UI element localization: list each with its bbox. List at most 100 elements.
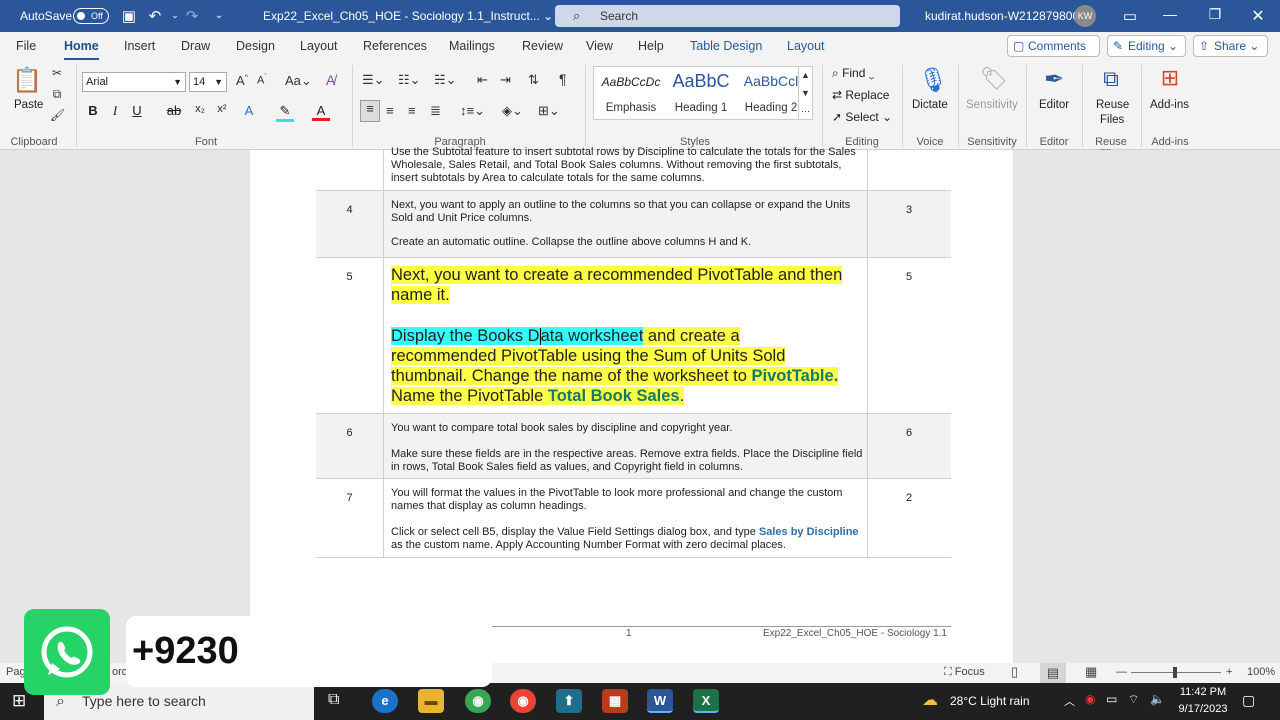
superscript-icon[interactable]: x²: [213, 103, 231, 115]
user-name[interactable]: kudirat.hudson-W212879806: [925, 9, 1079, 23]
table-row[interactable]: 6 You want to compare total book sales b…: [316, 414, 951, 479]
step-text[interactable]: You will format the values in the PivotT…: [391, 487, 866, 552]
winrar-icon[interactable]: ▦: [602, 689, 628, 713]
table-row[interactable]: 7 You will format the values in the Pivo…: [316, 479, 951, 558]
zoom-slider-thumb[interactable]: [1173, 667, 1177, 678]
minimize-icon[interactable]: —: [1160, 6, 1180, 22]
tab-table-design[interactable]: Table Design: [690, 39, 762, 53]
avatar[interactable]: KW: [1074, 5, 1096, 27]
customize-toolbar-icon[interactable]: ⌄: [209, 10, 229, 21]
editor-button[interactable]: Editor: [1039, 99, 1069, 111]
tab-design[interactable]: Design: [236, 39, 275, 53]
dictate-button[interactable]: Dictate: [912, 99, 948, 111]
change-case-icon[interactable]: Aa⌄: [285, 73, 312, 89]
decrease-indent-icon[interactable]: ⇤: [477, 72, 488, 88]
editor-pen-icon[interactable]: ✒: [1040, 65, 1068, 94]
tab-mailings[interactable]: Mailings: [449, 39, 495, 53]
style-heading2-preview[interactable]: AaBbCcl: [736, 73, 806, 89]
cut-icon[interactable]: ✂: [50, 66, 64, 80]
table-row[interactable]: Use the Subtotal feature to insert subto…: [316, 146, 951, 191]
chrome-icon[interactable]: ◉: [510, 689, 536, 713]
grow-font-icon[interactable]: A^: [236, 73, 248, 88]
tab-table-layout[interactable]: Layout: [787, 39, 825, 53]
search-box[interactable]: ⌕ Search: [555, 5, 900, 27]
clock-date[interactable]: 9/17/2023: [1174, 703, 1232, 715]
tab-insert[interactable]: Insert: [124, 39, 155, 53]
edge-icon[interactable]: e: [372, 689, 398, 713]
step-text[interactable]: Next, you want to create a recommended P…: [391, 265, 846, 406]
step-text[interactable]: You want to compare total book sales by …: [391, 422, 866, 474]
reuse-files-button-line2[interactable]: Files: [1100, 114, 1124, 126]
network-icon[interactable]: ⌔: [1128, 692, 1139, 707]
zoom-level[interactable]: 100%: [1247, 666, 1275, 678]
align-left-icon[interactable]: ≡: [360, 100, 380, 122]
shading-icon[interactable]: ◈⌄: [502, 103, 523, 119]
web-layout-icon[interactable]: ▦: [1085, 664, 1097, 680]
step-text[interactable]: Use the Subtotal feature to insert subto…: [391, 146, 866, 185]
comments-button[interactable]: ▢ Comments: [1007, 35, 1100, 57]
redo-icon[interactable]: ↷: [182, 7, 202, 25]
tab-home[interactable]: Home: [64, 39, 99, 61]
text-effects-icon[interactable]: A: [240, 103, 258, 118]
copy-icon[interactable]: ⧉: [50, 87, 64, 102]
tab-view[interactable]: View: [586, 39, 613, 53]
sort-icon[interactable]: ⇅: [528, 72, 539, 88]
undo-icon[interactable]: ↶: [145, 7, 165, 25]
line-spacing-icon[interactable]: ↕≡⌄: [460, 103, 485, 119]
maximize-icon[interactable]: ❐: [1205, 6, 1225, 23]
word-icon[interactable]: W: [647, 689, 673, 713]
bullets-icon[interactable]: ☰⌄: [362, 72, 385, 88]
zoom-out-icon[interactable]: —: [1116, 666, 1127, 678]
table-row[interactable]: 4 Next, you want to apply an outline to …: [316, 191, 951, 258]
task-view-icon[interactable]: ⧉: [328, 691, 339, 709]
zoom-in-icon[interactable]: +: [1226, 666, 1232, 678]
tab-file[interactable]: File: [16, 39, 36, 53]
tab-help[interactable]: Help: [638, 39, 664, 53]
step-text[interactable]: Next, you want to apply an outline to th…: [391, 199, 866, 249]
share-button[interactable]: ⇧ Share ⌄: [1193, 35, 1268, 57]
replace-button[interactable]: ⇄ Replace: [832, 88, 889, 102]
save-icon[interactable]: ▣: [119, 7, 139, 25]
add-ins-icon[interactable]: ⊞: [1156, 65, 1184, 91]
app-icon[interactable]: ⬆: [556, 689, 582, 713]
borders-icon[interactable]: ⊞⌄: [538, 103, 560, 119]
strikethrough-icon[interactable]: ab: [165, 103, 183, 118]
table-row[interactable]: 5 Next, you want to create a recommended…: [316, 258, 951, 414]
find-button[interactable]: ⌕ Find ⌄: [832, 66, 874, 81]
read-mode-icon[interactable]: ▯: [1011, 664, 1018, 680]
paste-icon[interactable]: 📋: [12, 66, 42, 95]
weather-text[interactable]: 28°C Light rain: [950, 694, 1030, 708]
tab-review[interactable]: Review: [522, 39, 563, 53]
subscript-icon[interactable]: x₂: [191, 103, 209, 115]
justify-icon[interactable]: ≣: [430, 103, 441, 119]
tab-draw[interactable]: Draw: [181, 39, 210, 53]
file-explorer-icon[interactable]: ▬: [418, 689, 444, 713]
align-center-icon[interactable]: ≡: [386, 103, 394, 118]
styles-scroll-icon[interactable]: ▲ ▼ ⋯: [798, 66, 812, 120]
underline-icon[interactable]: U: [128, 103, 146, 118]
focus-button[interactable]: ⛶ Focus: [944, 666, 985, 679]
chrome-profile-icon[interactable]: ◉: [465, 689, 491, 713]
weather-icon[interactable]: ☁: [922, 690, 938, 710]
font-size-box[interactable]: 14 ▼: [189, 72, 227, 92]
editing-mode-button[interactable]: ✎ Editing ⌄: [1107, 35, 1186, 57]
battery-icon[interactable]: ▭: [1106, 692, 1117, 706]
reuse-files-icon[interactable]: ⧉: [1097, 66, 1125, 92]
close-icon[interactable]: ✕: [1248, 6, 1268, 26]
document-title[interactable]: Exp22_Excel_Ch05_HOE - Sociology 1.1_Ins…: [263, 9, 553, 23]
clear-formatting-icon[interactable]: A̸: [326, 72, 335, 88]
tab-references[interactable]: References: [363, 39, 427, 53]
format-painter-icon[interactable]: 🖌: [50, 108, 65, 122]
show-formatting-marks-icon[interactable]: ¶: [559, 71, 567, 87]
print-layout-icon[interactable]: ▤: [1040, 663, 1066, 683]
style-emphasis-preview[interactable]: AaBbCcDc: [598, 75, 664, 89]
tab-layout[interactable]: Layout: [300, 39, 338, 53]
select-button[interactable]: ➚ Select ⌄: [832, 110, 892, 124]
chevron-up-icon[interactable]: ︿: [1064, 693, 1075, 709]
font-color-icon[interactable]: A: [312, 103, 330, 121]
numbering-icon[interactable]: ☷⌄: [398, 72, 421, 88]
add-ins-button[interactable]: Add-ins: [1150, 99, 1189, 111]
style-heading1-preview[interactable]: AaBbC: [666, 71, 736, 92]
ribbon-display-icon[interactable]: ▭: [1120, 7, 1140, 25]
clock-time[interactable]: 11:42 PM: [1178, 686, 1228, 698]
